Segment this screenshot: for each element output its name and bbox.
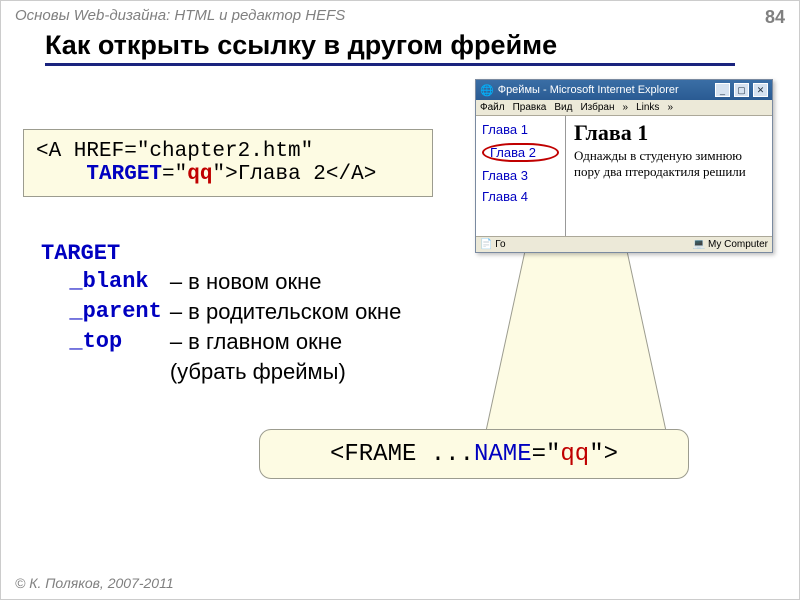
callout-eq: =" xyxy=(532,441,561,468)
browser-menu: Файл Правка Вид Избран » Links » xyxy=(476,100,772,116)
minimize-icon[interactable]: _ xyxy=(715,83,730,97)
frame-content: Глава 1 Однажды в студеную зимнюю пору д… xyxy=(566,116,772,236)
target-row: _top – в главном окне xyxy=(43,328,407,356)
callout-kw: NAME xyxy=(474,441,532,468)
code-target-kw: TARGET xyxy=(86,163,162,186)
nav-link-2[interactable]: Глава 2 xyxy=(482,143,559,162)
ie-icon: 🌐 xyxy=(480,84,494,97)
target-heading: TARGET xyxy=(41,241,409,266)
target-parent-desc: – в родительском окне xyxy=(170,298,407,326)
menu-fav[interactable]: Избран xyxy=(580,102,614,113)
target-top-desc2: (убрать фреймы) xyxy=(170,358,407,386)
target-top: _top xyxy=(69,329,122,354)
code-eq: =" xyxy=(162,163,187,186)
frame-callout: <FRAME ... NAME="qq"> xyxy=(259,429,689,479)
menu-edit[interactable]: Правка xyxy=(513,102,547,113)
browser-titlebar: 🌐 Фреймы - Microsoft Internet Explorer _… xyxy=(476,80,772,100)
target-blank: _blank xyxy=(69,269,148,294)
status-left: Го xyxy=(495,239,505,250)
code-example: <A HREF="chapter2.htm" TARGET="qq">Глава… xyxy=(23,129,433,197)
target-row: _parent – в родительском окне xyxy=(43,298,407,326)
target-blank-desc: – в новом окне xyxy=(170,268,407,296)
browser-preview: 🌐 Фреймы - Microsoft Internet Explorer _… xyxy=(475,79,773,253)
code-line1: <A HREF="chapter2.htm" xyxy=(36,140,313,163)
target-row: (убрать фреймы) xyxy=(43,358,407,386)
nav-link-1[interactable]: Глава 1 xyxy=(482,122,559,137)
callout-p1: <FRAME ... xyxy=(330,441,474,468)
target-top-desc: – в главном окне xyxy=(170,328,407,356)
breadcrumb: Основы Web-дизайна: HTML и редактор HEFS xyxy=(15,7,345,28)
status-right: My Computer xyxy=(708,239,768,250)
page-number: 84 xyxy=(765,7,785,28)
nav-link-4[interactable]: Глава 4 xyxy=(482,189,559,204)
target-row: _blank – в новом окне xyxy=(43,268,407,296)
menu-more1[interactable]: » xyxy=(623,102,629,113)
code-close: ">Глава 2</A> xyxy=(212,163,376,186)
nav-link-3[interactable]: Глава 3 xyxy=(482,168,559,183)
content-heading: Глава 1 xyxy=(574,120,764,146)
callout-qq: qq xyxy=(560,441,589,468)
menu-file[interactable]: Файл xyxy=(480,102,505,113)
target-parent: _parent xyxy=(69,299,161,324)
close-icon[interactable]: ✕ xyxy=(753,83,768,97)
target-values: TARGET _blank – в новом окне _parent – в… xyxy=(41,241,409,388)
menu-more2[interactable]: » xyxy=(667,102,673,113)
menu-view[interactable]: Вид xyxy=(554,102,572,113)
maximize-icon[interactable]: ▢ xyxy=(734,83,749,97)
code-qq: qq xyxy=(187,163,212,186)
footer-copyright: © К. Поляков, 2007-2011 xyxy=(15,575,174,591)
menu-links[interactable]: Links xyxy=(636,102,659,113)
content-text: Однажды в студеную зимнюю пору два птеро… xyxy=(574,148,764,181)
callout-p2: "> xyxy=(589,441,618,468)
browser-title: Фреймы - Microsoft Internet Explorer xyxy=(498,84,679,96)
frame-nav: Глава 1 Глава 2 Глава 3 Глава 4 xyxy=(476,116,566,236)
page-title: Как открыть ссылку в другом фрейме xyxy=(45,30,735,66)
browser-statusbar: 📄 Го 💻 My Computer xyxy=(476,236,772,252)
